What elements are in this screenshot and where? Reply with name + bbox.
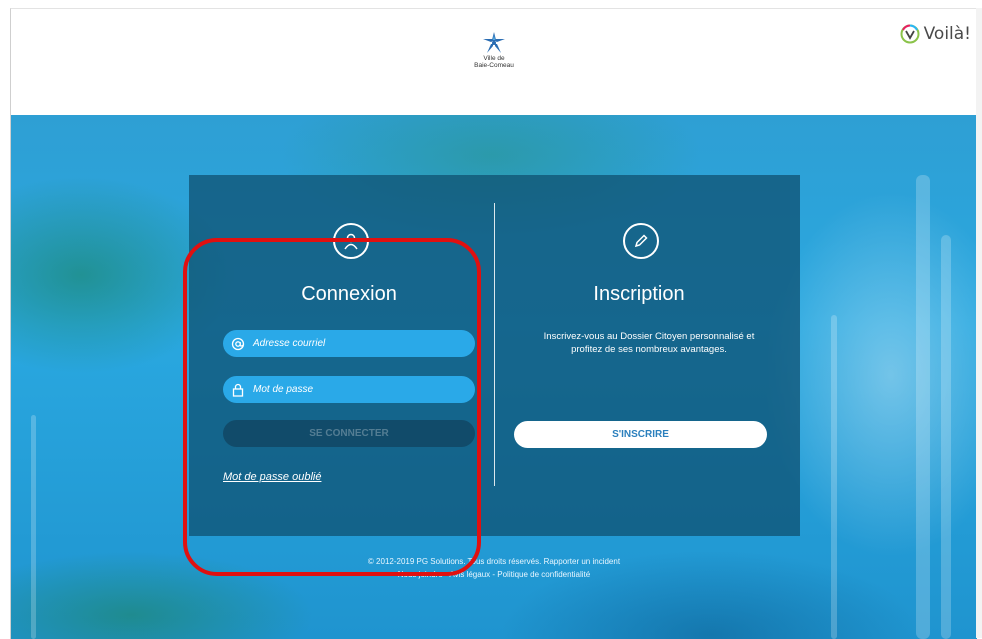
user-icon xyxy=(344,233,358,250)
lock-icon xyxy=(231,383,245,397)
scrollbar[interactable] xyxy=(976,8,982,638)
tree-trunk-decoration xyxy=(31,415,36,639)
voila-text: Voilà! xyxy=(923,24,971,44)
privacy-link[interactable]: Politique de confidentialité xyxy=(497,570,590,579)
register-icon-circle xyxy=(623,223,659,259)
report-incident-link[interactable]: Rapporter un incident xyxy=(544,557,621,566)
footer-line2: Nous joindre - Avis légaux - Politique d… xyxy=(11,568,977,581)
email-placeholder: Adresse courriel xyxy=(253,338,326,349)
city-name-line1: Ville de xyxy=(483,55,505,62)
login-icon-circle xyxy=(333,223,369,259)
auth-panel: Connexion Adresse courriel Mot de passe … xyxy=(189,175,800,536)
snowflake-star-icon xyxy=(483,32,505,53)
city-name-line2: Baie-Comeau xyxy=(474,62,514,69)
email-field[interactable]: Adresse courriel xyxy=(223,330,475,357)
register-description: Inscrivez-vous au Dossier Citoyen person… xyxy=(543,331,755,355)
password-field[interactable]: Mot de passe xyxy=(223,376,475,403)
panel-divider xyxy=(494,203,495,486)
legal-link[interactable]: Avis légaux xyxy=(449,570,490,579)
login-title: Connexion xyxy=(301,283,397,305)
voila-v-logo-icon xyxy=(900,24,920,44)
register-title: Inscription xyxy=(593,283,685,305)
city-logo[interactable]: Ville de Baie-Comeau xyxy=(471,31,517,69)
contact-link[interactable]: Nous joindre xyxy=(398,570,443,579)
hero-background: Connexion Adresse courriel Mot de passe … xyxy=(11,115,977,639)
footer-line1: © 2012-2019 PG Solutions. Tous droits ré… xyxy=(11,555,977,568)
tree-trunk-decoration xyxy=(831,315,837,639)
site-header: Ville de Baie-Comeau Voilà! xyxy=(11,9,977,115)
pencil-icon xyxy=(634,234,648,248)
login-button[interactable]: SE CONNECTER xyxy=(223,420,475,447)
forgot-password-link[interactable]: Mot de passe oublié xyxy=(223,471,321,483)
copyright-text: © 2012-2019 PG Solutions. Tous droits ré… xyxy=(367,557,542,566)
register-button[interactable]: S'INSCRIRE xyxy=(514,421,767,448)
voila-logo[interactable]: Voilà! xyxy=(900,23,971,45)
at-sign-icon xyxy=(231,337,245,351)
footer: © 2012-2019 PG Solutions. Tous droits ré… xyxy=(11,555,977,581)
browser-page: Ville de Baie-Comeau Voilà! Connexion Ad… xyxy=(10,8,977,639)
password-placeholder: Mot de passe xyxy=(253,384,314,395)
